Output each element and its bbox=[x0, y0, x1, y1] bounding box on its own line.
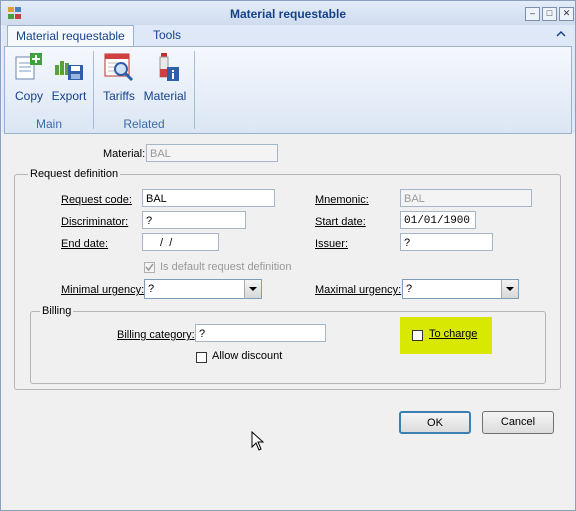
export-icon bbox=[55, 61, 83, 80]
issuer-field[interactable]: ? bbox=[400, 233, 493, 251]
form-area: Material: BAL Request definition Request… bbox=[2, 134, 575, 510]
minimal-urgency-value: ? bbox=[148, 283, 155, 295]
export-label: Export bbox=[51, 89, 87, 103]
group-main-label: Main bbox=[35, 117, 62, 131]
billing-category-field[interactable]: ? bbox=[195, 324, 326, 342]
billing-category-label: Billing category: bbox=[117, 329, 195, 341]
copy-label: Copy bbox=[14, 89, 43, 103]
start-date-label: Start date: bbox=[315, 216, 366, 228]
material-field[interactable]: BAL bbox=[146, 144, 278, 162]
maximal-urgency-label: Maximal urgency: bbox=[315, 284, 402, 296]
ribbon: Material requestable Tools Copy Export M… bbox=[2, 25, 575, 134]
end-date-label: End date: bbox=[61, 238, 109, 250]
request-definition-title: Request definition bbox=[28, 168, 121, 180]
tab-material-requestable[interactable]: Material requestable bbox=[7, 25, 134, 47]
cancel-button[interactable]: Cancel bbox=[482, 411, 554, 434]
material-label: Material: bbox=[103, 148, 146, 160]
tariffs-label: Tariffs bbox=[103, 89, 135, 103]
close-icon[interactable]: ✕ bbox=[559, 7, 574, 21]
is-default-checkbox[interactable] bbox=[144, 262, 155, 273]
mnemonic-field[interactable]: BAL bbox=[400, 189, 532, 207]
tariffs-icon bbox=[104, 53, 134, 82]
material-icon bbox=[159, 53, 179, 81]
allow-discount-checkbox[interactable] bbox=[196, 352, 207, 363]
to-charge-checkbox[interactable] bbox=[412, 330, 423, 341]
allow-discount-label: Allow discount bbox=[212, 350, 283, 362]
ribbon-panel: Copy Export Main Tariffs Material Relate… bbox=[4, 46, 572, 134]
maximal-urgency-value: ? bbox=[406, 283, 413, 295]
checkmark-icon bbox=[145, 263, 154, 272]
mouse-cursor-icon bbox=[251, 431, 265, 451]
chevron-down-icon[interactable] bbox=[244, 280, 261, 298]
request-code-field[interactable]: BAL bbox=[142, 189, 275, 207]
request-code-label: Request code: bbox=[61, 194, 132, 206]
tariffs-button[interactable]: Tariffs bbox=[100, 51, 138, 103]
maximize-icon[interactable]: □ bbox=[542, 7, 557, 21]
to-charge-label: To charge bbox=[429, 328, 478, 340]
group-related-label: Related bbox=[123, 117, 165, 131]
maximal-urgency-select[interactable]: ? bbox=[402, 279, 519, 299]
issuer-label: Issuer: bbox=[315, 238, 349, 250]
chevron-down-icon[interactable] bbox=[501, 280, 518, 298]
discriminator-field[interactable]: ? bbox=[142, 211, 246, 229]
start-date-field[interactable]: 01/01/1900 bbox=[400, 211, 476, 229]
minimal-urgency-label: Minimal urgency: bbox=[61, 284, 145, 296]
material-label: Material bbox=[143, 89, 187, 103]
export-button[interactable]: Export bbox=[49, 51, 89, 103]
material-button[interactable]: Material bbox=[142, 51, 188, 103]
minimal-urgency-select[interactable]: ? bbox=[144, 279, 262, 299]
end-date-field[interactable]: / / bbox=[142, 233, 219, 251]
billing-title: Billing bbox=[40, 305, 74, 317]
material-requestable-window: Material requestable – □ ✕ Material requ… bbox=[0, 0, 576, 511]
chevron-up-icon[interactable] bbox=[555, 28, 567, 40]
copy-button[interactable]: Copy bbox=[11, 51, 47, 103]
title-bar: Material requestable – □ ✕ bbox=[1, 1, 575, 25]
window-title: Material requestable bbox=[229, 7, 347, 21]
ok-button[interactable]: OK bbox=[399, 411, 471, 434]
mnemonic-label: Mnemonic: bbox=[315, 194, 369, 206]
tab-tools[interactable]: Tools bbox=[145, 25, 189, 46]
discriminator-label: Discriminator: bbox=[61, 216, 129, 228]
minimize-icon[interactable]: – bbox=[525, 7, 540, 21]
is-default-label: Is default request definition bbox=[160, 261, 292, 273]
copy-icon bbox=[15, 53, 42, 80]
group-separator bbox=[194, 51, 195, 129]
